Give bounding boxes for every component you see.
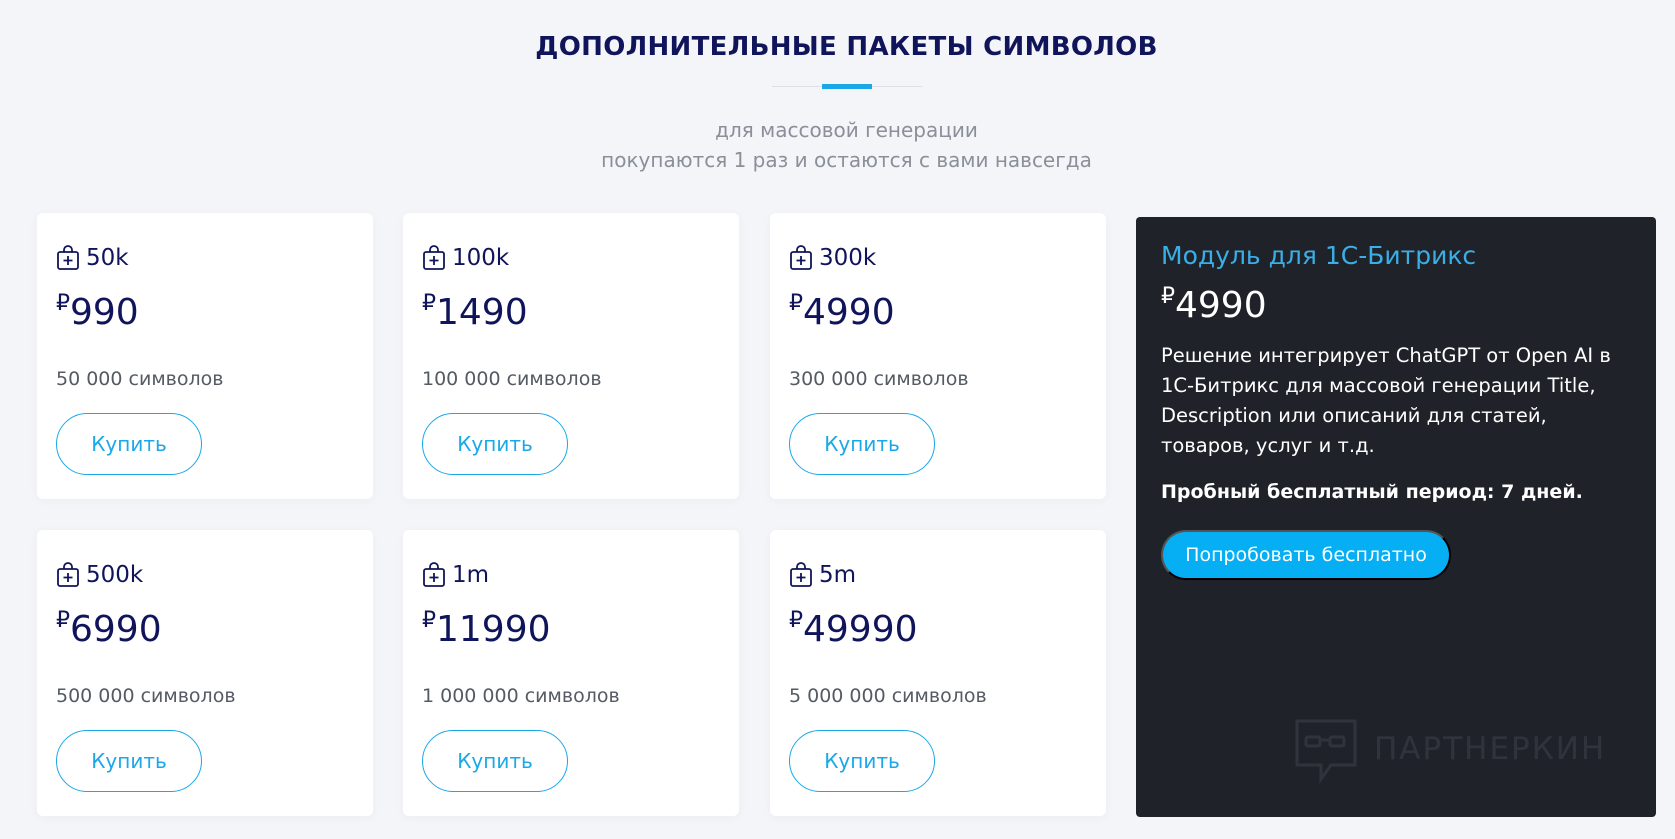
currency-symbol: ₽	[1161, 284, 1175, 309]
package-header: 300k	[789, 245, 876, 271]
package-price: ₽ 4990	[789, 289, 895, 337]
section-subtitle-line1: для массовой генерации	[715, 118, 978, 142]
price-amount: 990	[70, 292, 139, 333]
package-description: 500 000 символов	[56, 685, 236, 707]
package-description: 50 000 символов	[56, 368, 224, 390]
watermark-text: ПАРТНЕРКИН	[1374, 731, 1607, 767]
buy-button[interactable]: Купить	[422, 730, 568, 792]
section-title: ДОПОЛНИТЕЛЬНЫЕ ПАКЕТЫ СИМВОЛОВ	[535, 32, 1158, 62]
currency-symbol: ₽	[789, 291, 803, 316]
currency-symbol: ₽	[56, 291, 70, 316]
page: ДОПОЛНИТЕЛЬНЫЕ ПАКЕТЫ СИМВОЛОВ для массо…	[0, 0, 1675, 839]
section-subtitle-line2: покупаются 1 раз и остаются с вами навсе…	[601, 148, 1092, 172]
package-price: ₽ 990	[56, 289, 139, 337]
package-name: 1m	[452, 562, 490, 588]
package-name: 50k	[86, 245, 129, 271]
package-name: 500k	[86, 562, 144, 588]
package-name: 100k	[452, 245, 510, 271]
package-price: ₽ 11990	[422, 606, 551, 654]
package-header: 1m	[422, 562, 489, 588]
buy-button[interactable]: Купить	[56, 413, 202, 475]
shopping-bag-plus-icon	[789, 562, 813, 588]
currency-symbol: ₽	[422, 291, 436, 316]
package-name: 300k	[819, 245, 877, 271]
package-header: 5m	[789, 562, 856, 588]
shopping-bag-plus-icon	[422, 245, 446, 271]
package-header: 100k	[422, 245, 509, 271]
package-card-50k: 50k ₽ 990 50 000 символов Купить	[37, 213, 373, 499]
trial-note: Пробный бесплатный период: 7 дней.	[1161, 481, 1583, 503]
package-card-100k: 100k ₽ 1490 100 000 символов Купить	[403, 213, 739, 499]
shopping-bag-plus-icon	[789, 245, 813, 271]
module-description: Решение интегрирует ChatGPT от Open AI в…	[1161, 344, 1611, 457]
buy-button[interactable]: Купить	[789, 730, 935, 792]
currency-symbol: ₽	[422, 608, 436, 633]
package-card-500k: 500k ₽ 6990 500 000 символов Купить	[37, 530, 373, 816]
chat-glasses-icon	[1294, 717, 1358, 789]
price-amount: 1490	[436, 292, 528, 333]
package-description: 100 000 символов	[422, 368, 602, 390]
package-card-1m: 1m ₽ 11990 1 000 000 символов Купить	[403, 530, 739, 816]
package-price: ₽ 1490	[422, 289, 528, 337]
title-accent-bar	[822, 84, 872, 89]
package-price: ₽ 6990	[56, 606, 162, 654]
package-description: 5 000 000 символов	[789, 685, 987, 707]
shopping-bag-plus-icon	[56, 245, 80, 271]
currency-symbol: ₽	[789, 608, 803, 633]
module-title: Модуль для 1С-Битрикс	[1161, 241, 1477, 270]
package-header: 50k	[56, 245, 129, 271]
package-description: 300 000 символов	[789, 368, 969, 390]
price-amount: 4990	[803, 292, 895, 333]
module-price: ₽ 4990	[1161, 283, 1267, 329]
package-card-5m: 5m ₽ 49990 5 000 000 символов Купить	[770, 530, 1106, 816]
shopping-bag-plus-icon	[56, 562, 80, 588]
package-name: 5m	[819, 562, 857, 588]
buy-button[interactable]: Купить	[56, 730, 202, 792]
price-amount: 6990	[70, 609, 162, 650]
watermark: ПАРТНЕРКИН	[1294, 717, 1634, 797]
try-free-button[interactable]: Попробовать бесплатно	[1161, 530, 1451, 580]
currency-symbol: ₽	[56, 608, 70, 633]
package-header: 500k	[56, 562, 143, 588]
price-amount: 4990	[1175, 285, 1267, 326]
shopping-bag-plus-icon	[422, 562, 446, 588]
package-price: ₽ 49990	[789, 606, 918, 654]
package-card-300k: 300k ₽ 4990 300 000 символов Купить	[770, 213, 1106, 499]
package-description: 1 000 000 символов	[422, 685, 620, 707]
bitrix-module-card: Модуль для 1С-Битрикс ₽ 4990 Решение инт…	[1136, 217, 1656, 817]
price-amount: 11990	[436, 609, 551, 650]
buy-button[interactable]: Купить	[422, 413, 568, 475]
buy-button[interactable]: Купить	[789, 413, 935, 475]
price-amount: 49990	[803, 609, 918, 650]
